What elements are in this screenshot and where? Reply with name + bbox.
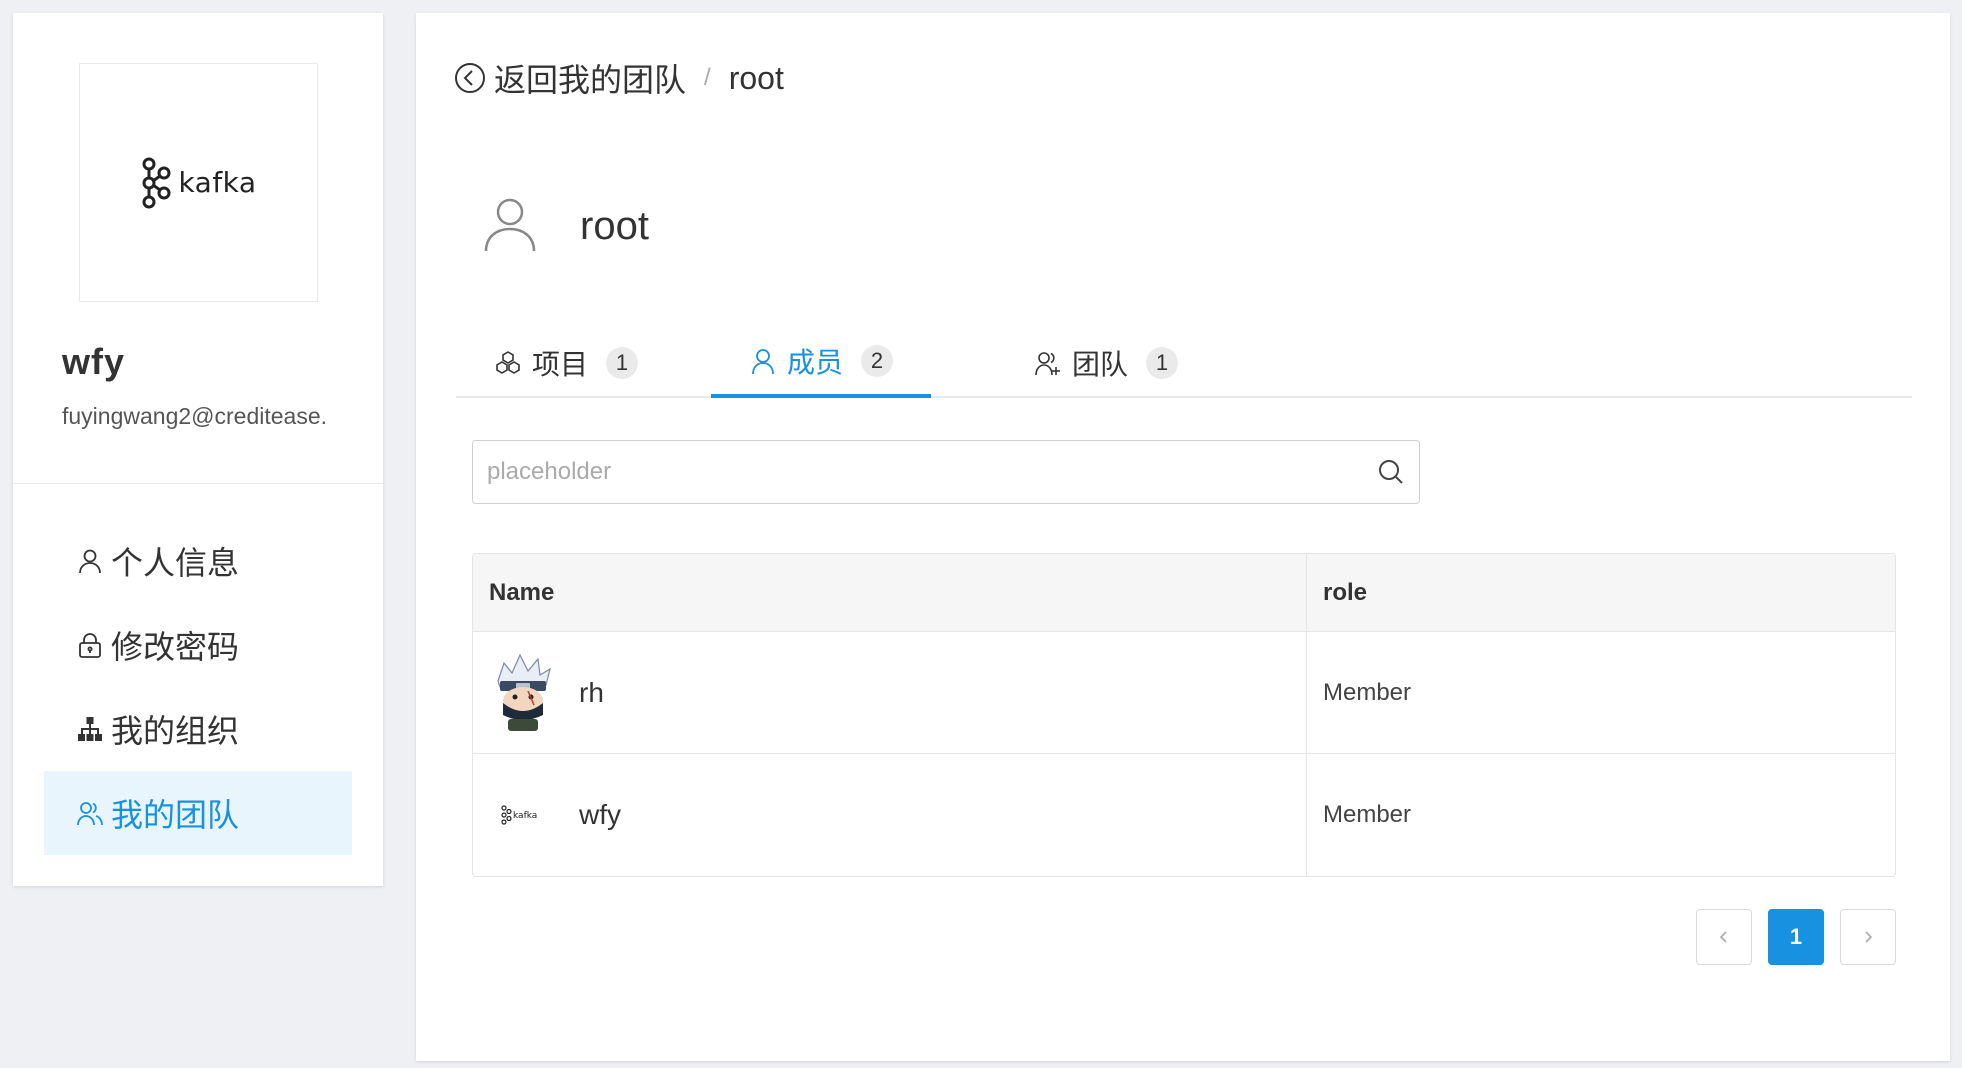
user-icon xyxy=(79,549,101,574)
sidebar-item-my-team[interactable]: 我的团队 xyxy=(44,771,352,855)
team-detail-panel: 返回我的团队 / root root 项目 1 成员 2 团队 1 placeh… xyxy=(416,13,1950,1061)
profile-sidebar: kafka wfy fuyingwang2@creditease. 个人信息 修… xyxy=(13,13,383,886)
back-circle-icon xyxy=(455,63,485,93)
tab-label: 成员 xyxy=(786,347,843,378)
kakashi-avatar-icon xyxy=(497,653,551,731)
member-name-cell: rh xyxy=(473,632,1307,753)
team-add-icon xyxy=(1035,352,1060,376)
avatar-logo-box: kafka xyxy=(79,63,318,302)
breadcrumb: 返回我的团队 / root xyxy=(454,55,784,101)
members-table: Name role rh Member kafka wfy Member xyxy=(472,553,1896,877)
tab-bar: 项目 1 成员 2 团队 1 xyxy=(456,328,1912,398)
count-badge: 1 xyxy=(606,347,639,379)
tab-members[interactable]: 成员 2 xyxy=(711,328,931,398)
org-chart-icon xyxy=(78,717,102,741)
sidebar-menu: 个人信息 修改密码 我的组织 我的团队 xyxy=(44,519,352,855)
team-avatar xyxy=(482,196,538,257)
next-page-button[interactable] xyxy=(1840,909,1896,965)
table-header: Name role xyxy=(473,554,1895,632)
kafka-logo: kafka xyxy=(140,157,256,209)
member-name: rh xyxy=(579,676,604,708)
team-name: root xyxy=(580,204,649,248)
chevron-right-icon xyxy=(1865,931,1873,943)
user-icon xyxy=(484,198,536,252)
member-avatar xyxy=(489,653,557,733)
team-header: root xyxy=(482,196,649,257)
back-label: 返回我的团队 xyxy=(494,62,687,98)
breadcrumb-separator: / xyxy=(704,64,711,91)
member-name-cell: kafka wfy xyxy=(473,754,1307,876)
svg-text:kafka: kafka xyxy=(513,811,537,821)
sidebar-item-personal-info[interactable]: 个人信息 xyxy=(44,519,352,603)
tab-label: 团队 xyxy=(1072,349,1129,380)
count-badge: 1 xyxy=(1146,347,1179,379)
count-badge: 2 xyxy=(861,345,893,377)
prev-page-button[interactable] xyxy=(1696,909,1752,965)
member-avatar: kafka xyxy=(489,775,557,855)
sidebar-item-label: 个人信息 xyxy=(111,545,240,581)
sidebar-item-label: 我的团队 xyxy=(111,797,240,833)
sidebar-item-change-password[interactable]: 修改密码 xyxy=(44,603,352,687)
lock-icon xyxy=(79,633,101,658)
member-name: wfy xyxy=(579,799,621,830)
sidebar-item-my-org[interactable]: 我的组织 xyxy=(44,687,352,771)
search-input[interactable] xyxy=(473,458,1377,486)
kafka-logo-avatar-icon: kafka xyxy=(501,805,537,825)
logo-text: kafka xyxy=(178,166,257,199)
pagination: 1 xyxy=(1696,909,1896,965)
user-name: wfy xyxy=(62,341,126,382)
sidebar-item-label: 我的组织 xyxy=(111,713,240,749)
member-search xyxy=(472,440,1420,504)
tab-teams[interactable]: 团队 1 xyxy=(1034,328,1179,398)
divider xyxy=(13,483,383,484)
project-icon xyxy=(496,351,520,374)
back-link[interactable]: 返回我的团队 xyxy=(454,55,686,101)
member-role-cell: Member xyxy=(1323,678,1412,706)
breadcrumb-current: root xyxy=(728,59,784,96)
sidebar-item-label: 修改密码 xyxy=(111,629,240,665)
column-header-role: role xyxy=(1323,578,1368,606)
member-role-cell: Member xyxy=(1323,801,1412,828)
page-button-current[interactable]: 1 xyxy=(1768,909,1824,965)
kafka-logo-icon xyxy=(142,157,171,208)
column-header-name: Name xyxy=(473,554,1307,631)
chevron-left-icon xyxy=(1719,931,1727,943)
tab-projects[interactable]: 项目 1 xyxy=(494,328,639,398)
member-icon xyxy=(752,349,774,375)
team-icon xyxy=(77,802,103,826)
table-row[interactable]: rh Member xyxy=(473,632,1895,754)
search-icon[interactable] xyxy=(1377,458,1405,486)
user-email: fuyingwang2@creditease. xyxy=(62,403,328,429)
table-row[interactable]: kafka wfy Member xyxy=(473,754,1895,876)
tab-label: 项目 xyxy=(532,349,589,380)
